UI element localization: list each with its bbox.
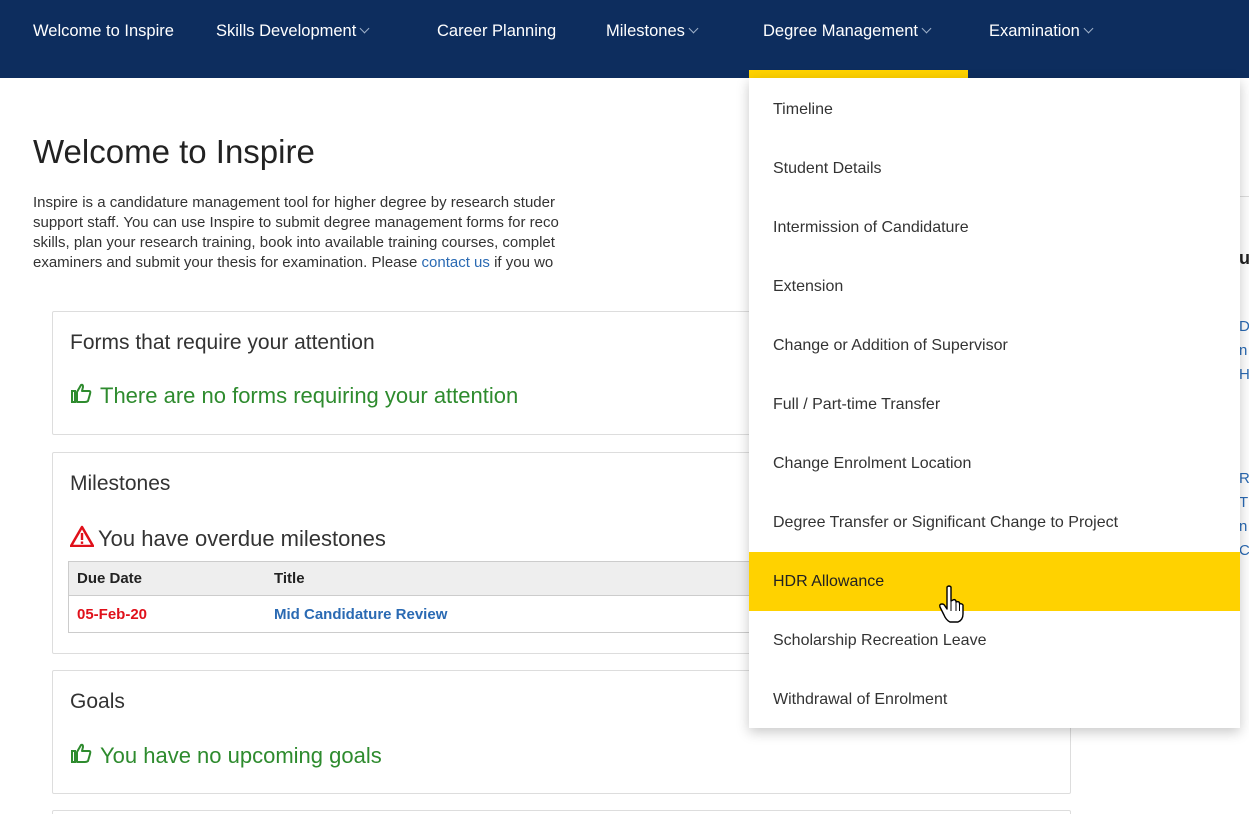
sidebar-fragment[interactable]: T	[1239, 494, 1248, 511]
degree-management-dropdown: Timeline Student Details Intermission of…	[749, 78, 1240, 728]
contact-us-link[interactable]: contact us	[422, 254, 490, 271]
chevron-down-icon	[688, 23, 699, 34]
menu-item-extension[interactable]: Extension	[749, 257, 1240, 316]
intro-line-4: examiners and submit your thesis for exa…	[33, 254, 422, 271]
nav-skills-label: Skills Development	[216, 22, 357, 40]
intro-tail: if you wo	[489, 254, 554, 271]
intro-text: Inspire is a candidature management tool…	[33, 193, 773, 273]
thumbs-up-icon	[70, 742, 94, 770]
menu-item-degree-transfer[interactable]: Degree Transfer or Significant Change to…	[749, 493, 1240, 552]
milestones-warning-text: You have overdue milestones	[98, 526, 386, 551]
menu-item-recreation-leave[interactable]: Scholarship Recreation Leave	[749, 611, 1240, 670]
milestones-panel-title: Milestones	[70, 472, 171, 495]
intro-line-3: skills, plan your research training, boo…	[33, 234, 555, 251]
nav-milestones[interactable]: Milestones	[606, 0, 699, 63]
milestones-warning: You have overdue milestones	[69, 525, 386, 553]
intro-line-2: support staff. You can use Inspire to su…	[33, 214, 559, 231]
forms-status-message: There are no forms requiring your attent…	[70, 382, 518, 410]
sidebar-fragment[interactable]: R	[1239, 470, 1249, 487]
sidebar-fragment[interactable]: H	[1239, 366, 1249, 383]
nav-skills-development[interactable]: Skills Development	[216, 0, 370, 63]
column-header-due-date: Due Date	[77, 570, 143, 587]
thumbs-up-icon	[70, 382, 94, 410]
sidebar-fragment[interactable]: n	[1239, 342, 1247, 359]
menu-item-student-details[interactable]: Student Details	[749, 139, 1240, 198]
goals-status-message: You have no upcoming goals	[70, 742, 382, 770]
menu-item-hdr-allowance[interactable]: HDR Allowance	[749, 552, 1240, 611]
due-date-cell: 05-Feb-20	[77, 605, 148, 623]
nav-career-label: Career Planning	[437, 22, 557, 40]
intro-line-1: Inspire is a candidature management tool…	[33, 194, 555, 211]
chevron-down-icon	[921, 23, 932, 34]
forms-panel-title: Forms that require your attention	[70, 331, 375, 354]
page-title: Welcome to Inspire	[33, 133, 315, 170]
sidebar-fragment[interactable]: n	[1239, 518, 1247, 535]
warning-icon	[69, 525, 95, 553]
menu-item-withdrawal[interactable]: Withdrawal of Enrolment	[749, 670, 1240, 729]
nav-career-planning[interactable]: Career Planning	[437, 0, 556, 63]
goals-panel-title: Goals	[70, 690, 125, 713]
nav-milestones-label: Milestones	[606, 22, 685, 40]
menu-item-enrolment-location[interactable]: Change Enrolment Location	[749, 434, 1240, 493]
sidebar-fragment[interactable]: D	[1239, 318, 1249, 335]
nav-examination[interactable]: Examination	[989, 0, 1094, 63]
nav-degree-label: Degree Management	[763, 22, 919, 40]
nav-active-indicator	[749, 70, 968, 78]
chevron-down-icon	[359, 23, 370, 34]
milestone-title-link[interactable]: Mid Candidature Review	[274, 596, 447, 632]
menu-item-timeline[interactable]: Timeline	[749, 80, 1240, 139]
top-navbar: Welcome to Inspire Skills Development Ca…	[0, 0, 1249, 78]
sidebar-fragment[interactable]: C	[1239, 542, 1249, 559]
nav-welcome-label: Welcome to Inspire	[33, 22, 174, 40]
menu-item-full-part-time[interactable]: Full / Part-time Transfer	[749, 375, 1240, 434]
goals-status-text: You have no upcoming goals	[100, 743, 382, 768]
nav-welcome[interactable]: Welcome to Inspire	[33, 0, 174, 63]
nav-examination-label: Examination	[989, 22, 1080, 40]
sidebar-fragment: u	[1239, 248, 1249, 268]
next-panel	[52, 810, 1071, 814]
forms-status-text: There are no forms requiring your attent…	[100, 383, 519, 408]
hand-cursor-icon	[938, 584, 972, 626]
nav-degree-management[interactable]: Degree Management	[763, 0, 932, 63]
menu-item-intermission[interactable]: Intermission of Candidature	[749, 198, 1240, 257]
chevron-down-icon	[1083, 23, 1094, 34]
column-header-title: Title	[274, 570, 305, 587]
menu-item-change-supervisor[interactable]: Change or Addition of Supervisor	[749, 316, 1240, 375]
